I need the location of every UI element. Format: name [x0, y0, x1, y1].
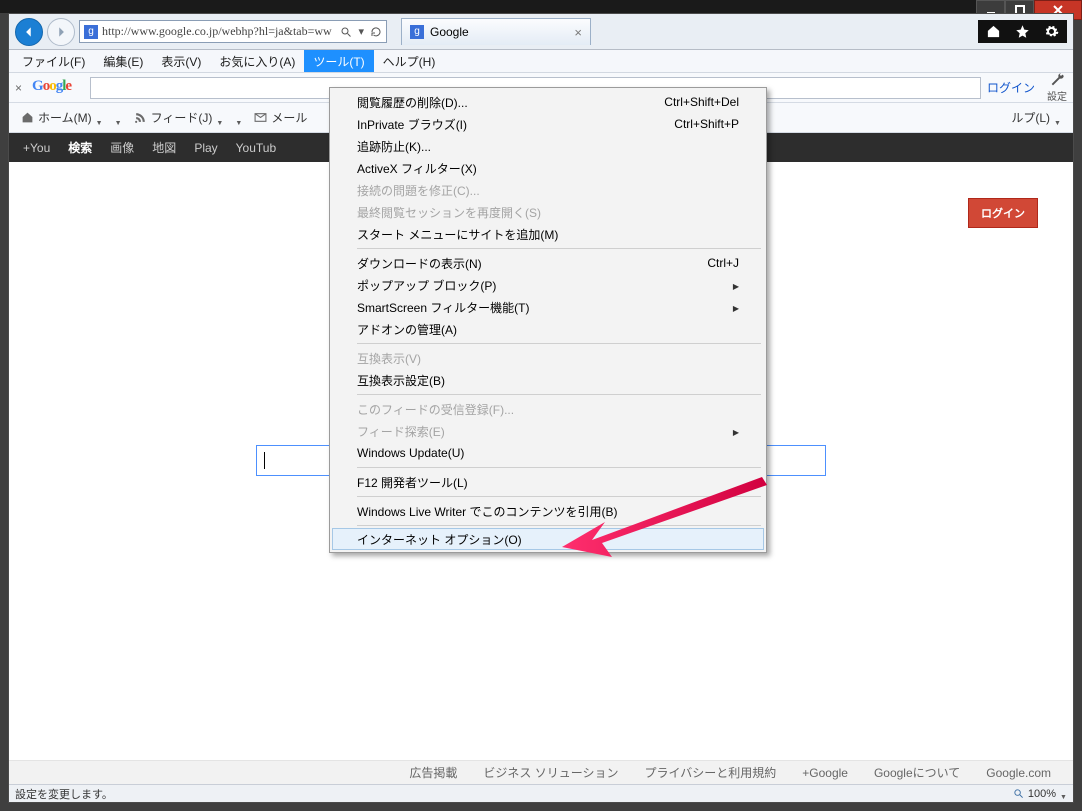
menu-item: フィード探索(E)	[333, 420, 763, 442]
browser-tab[interactable]: g Google ×	[401, 18, 591, 45]
footer-link[interactable]: Google.com	[986, 766, 1051, 780]
menu-view[interactable]: 表示(V)	[152, 50, 210, 72]
menu-item[interactable]: アドオンの管理(A)	[333, 318, 763, 340]
linkbar-home[interactable]: ホーム(M)	[15, 109, 109, 126]
menu-item[interactable]: ダウンロードの表示(N)Ctrl+J	[333, 252, 763, 274]
nav-right	[978, 20, 1067, 43]
tab-title: Google	[430, 25, 469, 39]
mail-icon	[254, 111, 267, 124]
window-frame: g ▾ g Google ×	[0, 0, 1082, 811]
menu-item[interactable]: ActiveX フィルター(X)	[333, 157, 763, 179]
menu-item[interactable]: インターネット オプション(O)	[332, 528, 764, 550]
menu-item[interactable]: スタート メニューにサイトを追加(M)	[333, 223, 763, 245]
linkbar-help[interactable]: ルプ(L)	[1005, 109, 1067, 126]
menu-item[interactable]: Windows Live Writer でこのコンテンツを引用(B)	[333, 500, 763, 522]
menu-item[interactable]: SmartScreen フィルター機能(T)	[333, 296, 763, 318]
menu-item[interactable]: ポップアップ ブロック(P)	[333, 274, 763, 296]
blackbar-item[interactable]: Play	[194, 141, 217, 155]
menu-tools[interactable]: ツール(T)	[304, 50, 373, 72]
status-text: 設定を変更します。	[15, 786, 113, 802]
blackbar-item[interactable]: YouTub	[236, 141, 276, 155]
menu-separator	[357, 394, 761, 395]
google-logo: Google	[32, 78, 84, 98]
menu-edit[interactable]: 編集(E)	[94, 50, 152, 72]
magnifier-icon	[1013, 788, 1024, 799]
footer-link[interactable]: ビジネス ソリューション	[483, 764, 618, 781]
menu-favorites[interactable]: お気に入り(A)	[210, 50, 304, 72]
menu-item[interactable]: 追跡防止(K)...	[333, 135, 763, 157]
status-bar: 設定を変更します。 100%	[9, 784, 1073, 802]
menu-item[interactable]: 互換表示設定(B)	[333, 369, 763, 391]
back-button[interactable]	[15, 18, 43, 46]
menu-bar: ファイル(F) 編集(E) 表示(V) お気に入り(A) ツール(T) ヘルプ(…	[9, 50, 1073, 73]
refresh-icon[interactable]	[370, 26, 382, 38]
menu-separator	[357, 496, 761, 497]
linkbar-mail[interactable]: メール	[248, 109, 313, 126]
search-icon[interactable]	[340, 26, 352, 38]
nav-bar: g ▾ g Google ×	[9, 14, 1073, 50]
caret-icon[interactable]	[115, 114, 122, 121]
footer-link[interactable]: Googleについて	[874, 764, 960, 781]
blackbar-item[interactable]: 検索	[68, 139, 92, 156]
toolbar-close-icon[interactable]: ×	[15, 81, 26, 95]
menu-item: 接続の問題を修正(C)...	[333, 179, 763, 201]
blackbar-item[interactable]: 画像	[110, 139, 134, 156]
menu-item: 最終閲覧セッションを再度開く(S)	[333, 201, 763, 223]
star-icon[interactable]	[1015, 24, 1030, 39]
menu-separator	[357, 343, 761, 344]
url-input[interactable]	[102, 24, 336, 39]
home-icon[interactable]	[986, 24, 1001, 39]
rss-icon	[134, 111, 147, 124]
tab-strip: g Google ×	[401, 18, 591, 45]
zoom-control[interactable]: 100%	[1013, 788, 1067, 800]
home-icon	[21, 111, 34, 124]
blackbar-item[interactable]: +You	[23, 141, 50, 155]
menu-help[interactable]: ヘルプ(H)	[374, 50, 445, 72]
blackbar-item[interactable]: 地図	[152, 139, 176, 156]
wrench-icon	[1049, 72, 1065, 88]
favicon-icon: g	[410, 25, 424, 39]
address-bar[interactable]: g ▾	[79, 20, 387, 43]
menu-separator	[357, 248, 761, 249]
title-bar	[0, 0, 1082, 13]
settings-label: 設定	[1047, 88, 1067, 103]
browser-chrome: g ▾ g Google ×	[8, 13, 1074, 803]
footer-link[interactable]: 広告掲載	[409, 764, 457, 781]
menu-file[interactable]: ファイル(F)	[13, 50, 94, 72]
menu-item: このフィードの受信登録(F)...	[333, 398, 763, 420]
menu-item[interactable]: InPrivate ブラウズ(I)Ctrl+Shift+P	[333, 113, 763, 135]
settings-button[interactable]: 設定	[1047, 72, 1067, 103]
caret-icon[interactable]	[235, 114, 242, 121]
linkbar-feed[interactable]: フィード(J)	[128, 109, 230, 126]
tab-close-icon[interactable]: ×	[574, 25, 582, 40]
footer-link[interactable]: +Google	[802, 766, 848, 780]
login-link[interactable]: ログイン	[987, 79, 1035, 96]
menu-item[interactable]: 閲覧履歴の削除(D)...Ctrl+Shift+Del	[333, 91, 763, 113]
footer-link[interactable]: プライバシーと利用規約	[644, 764, 776, 781]
favicon-icon: g	[84, 25, 98, 39]
menu-separator	[357, 525, 761, 526]
menu-separator	[357, 467, 761, 468]
google-footer: 広告掲載 ビジネス ソリューション プライバシーと利用規約 +Google Go…	[9, 760, 1073, 784]
gear-icon[interactable]	[1044, 24, 1059, 39]
menu-item[interactable]: Windows Update(U)	[333, 442, 763, 464]
login-button[interactable]: ログイン	[968, 198, 1038, 228]
menu-item[interactable]: F12 開発者ツール(L)	[333, 471, 763, 493]
menu-item: 互換表示(V)	[333, 347, 763, 369]
addr-tools: ▾	[340, 25, 382, 38]
forward-button[interactable]	[47, 18, 75, 46]
tools-dropdown: 閲覧履歴の削除(D)...Ctrl+Shift+DelInPrivate ブラウ…	[329, 87, 767, 553]
